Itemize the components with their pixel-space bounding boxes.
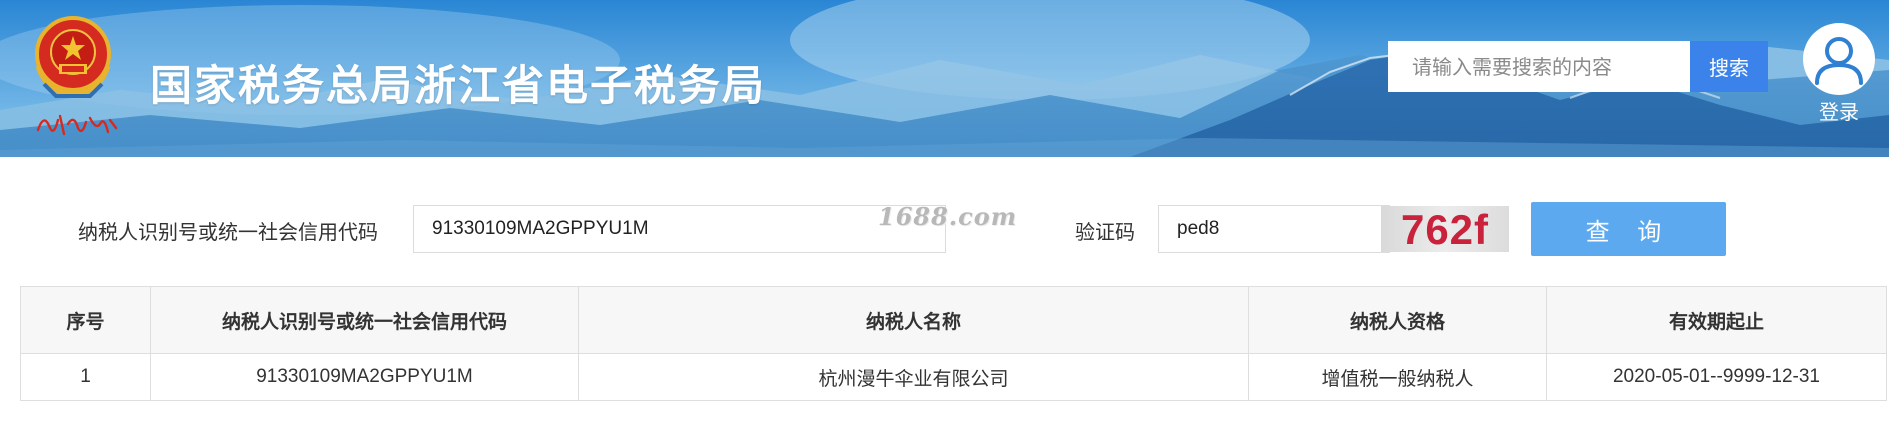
captcha-image-text: 762f (1400, 206, 1490, 253)
login-avatar[interactable] (1803, 23, 1875, 95)
header-index: 序号 (20, 286, 151, 354)
search-button[interactable]: 搜索 (1690, 41, 1768, 92)
header-taxpayer-qualification: 纳税人资格 (1248, 286, 1547, 354)
site-banner: 国家税务总局浙江省电子税务局 搜索 登录 (0, 0, 1889, 157)
cell-taxpayer-code: 91330109MA2GPPYU1M (150, 353, 579, 401)
table-header-row: 序号 纳税人识别号或统一社会信用代码 纳税人名称 纳税人资格 有效期起止 (20, 286, 1887, 354)
tax-emblem-icon (35, 16, 111, 98)
result-table: 序号 纳税人识别号或统一社会信用代码 纳税人名称 纳税人资格 有效期起止 1 9… (20, 286, 1887, 401)
table-row: 1 91330109MA2GPPYU1M 杭州漫牛伞业有限公司 增值税一般纳税人… (20, 353, 1887, 401)
header-validity-period: 有效期起止 (1546, 286, 1887, 354)
captcha-label: 验证码 (1075, 220, 1135, 244)
header-taxpayer-code: 纳税人识别号或统一社会信用代码 (150, 286, 579, 354)
cell-taxpayer-qualification: 增值税一般纳税人 (1248, 353, 1547, 401)
header-taxpayer-name: 纳税人名称 (578, 286, 1249, 354)
search-input[interactable] (1388, 41, 1690, 92)
user-icon (1815, 37, 1863, 85)
query-button[interactable]: 查 询 (1531, 202, 1726, 256)
captcha-input[interactable] (1158, 205, 1390, 253)
captcha-image[interactable]: 762f (1381, 206, 1509, 252)
watermark: 1688.com (878, 202, 1018, 231)
login-link[interactable]: 登录 (1805, 96, 1873, 125)
taxpayer-code-label: 纳税人识别号或统一社会信用代码 (78, 220, 378, 244)
cell-taxpayer-name: 杭州漫牛伞业有限公司 (578, 353, 1249, 401)
site-title: 国家税务总局浙江省电子税务局 (150, 61, 767, 110)
taxpayer-code-input[interactable] (413, 205, 946, 253)
emblem-signature (36, 114, 118, 136)
cell-validity-period: 2020-05-01--9999-12-31 (1546, 353, 1887, 401)
cell-index: 1 (20, 353, 151, 401)
